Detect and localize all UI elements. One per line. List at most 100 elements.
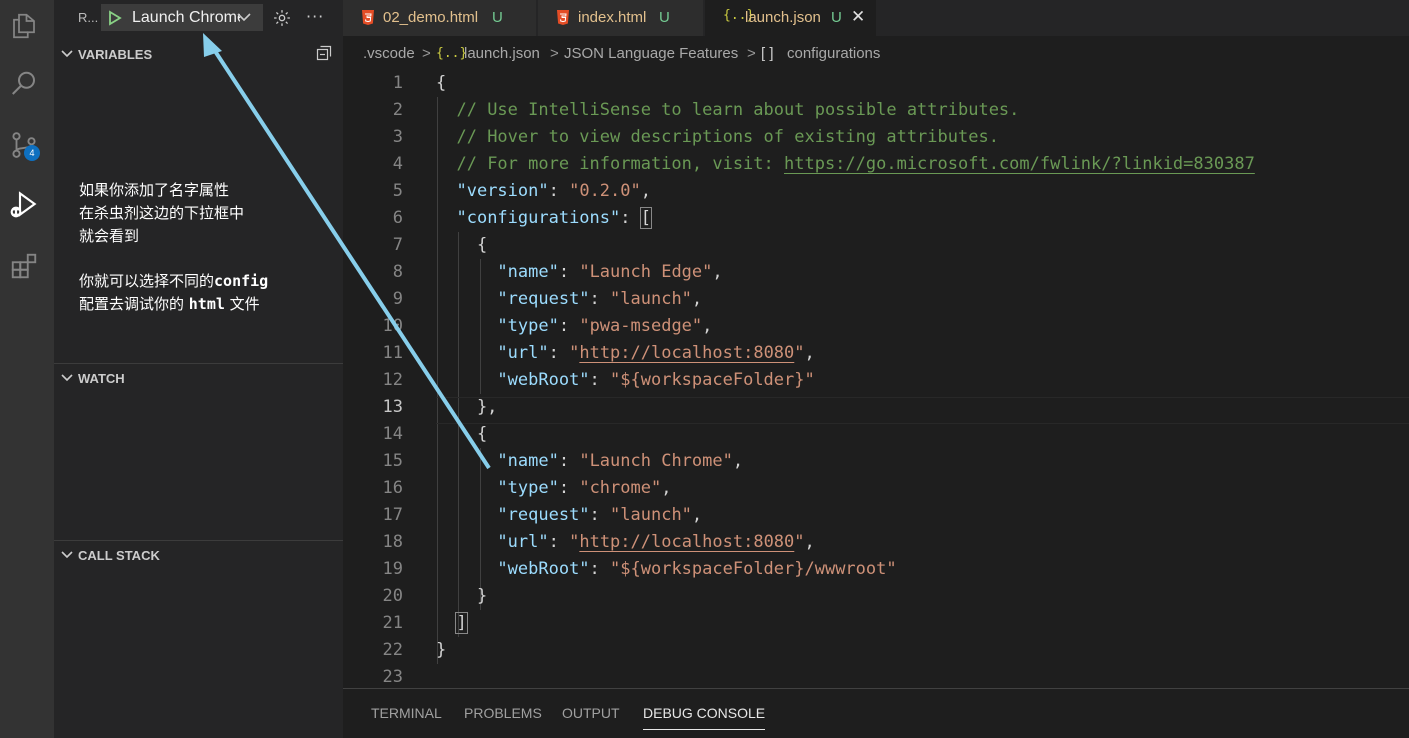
- string-link: http://localhost:8080: [579, 343, 795, 363]
- line-number: 14: [382, 424, 403, 444]
- tab-02-demo-html[interactable]: 02_demo.html U: [343, 0, 537, 36]
- code-token: ,: [640, 181, 651, 201]
- string-value: "Launch Chrome": [579, 451, 733, 471]
- line-number: 5: [392, 181, 403, 201]
- debug-toolbar: R... Launch Chrome ···: [54, 0, 343, 36]
- tab-problems[interactable]: PROBLEMS: [464, 705, 542, 721]
- untracked-indicator: U: [659, 9, 670, 26]
- code-token: :: [548, 343, 570, 363]
- code-line: // Hover to view descriptions of existin…: [436, 124, 998, 151]
- source-control-button[interactable]: 4: [0, 121, 48, 169]
- annotation-line: 就会看到: [79, 227, 140, 245]
- code-token: {: [436, 235, 488, 255]
- annotation-note-2: 你就可以选择不同的config 配置去调试你的 html 文件: [79, 270, 268, 316]
- code-token: ,: [661, 478, 672, 498]
- search-button[interactable]: [0, 60, 48, 108]
- code-line: {: [436, 70, 446, 97]
- code-token: :: [589, 505, 611, 525]
- explorer-button[interactable]: [0, 2, 48, 50]
- tab-index-html[interactable]: index.html U: [538, 0, 704, 36]
- code-token: {: [436, 424, 488, 444]
- line-number: 11: [382, 343, 403, 363]
- code-token: :: [589, 559, 611, 579]
- tab-output[interactable]: OUTPUT: [562, 705, 620, 721]
- source-control-badge: 4: [24, 145, 40, 161]
- code-editor[interactable]: 1 {2 // Use IntelliSense to learn about p…: [343, 70, 1409, 690]
- code-line: "name": "Launch Edge",: [436, 259, 723, 286]
- code-line: "configurations": [: [436, 205, 653, 232]
- start-debugging-icon[interactable]: [108, 10, 122, 26]
- breadcrumb: .vscode > {..} launch.json > JSON Langua…: [343, 36, 1409, 70]
- breadcrumb-folder[interactable]: .vscode: [363, 45, 415, 62]
- matched-bracket: ]: [455, 612, 468, 634]
- breadcrumb-file[interactable]: launch.json: [464, 45, 540, 62]
- code-token: ,: [732, 451, 744, 471]
- tab-launch-json[interactable]: {..} launch.json U ✕: [705, 0, 877, 36]
- variables-section-header[interactable]: VARIABLES: [54, 43, 343, 65]
- line-number: 9: [392, 289, 403, 309]
- annotation-text: 你就可以选择不同的: [79, 272, 215, 290]
- code-line: "type": "chrome",: [436, 475, 671, 502]
- tab-terminal[interactable]: TERMINAL: [371, 705, 442, 721]
- property-key: "version": [456, 181, 549, 201]
- html5-icon: [557, 10, 569, 25]
- string-value: ": [569, 343, 580, 363]
- watch-section-header[interactable]: WATCH: [54, 367, 343, 389]
- code-token: :: [558, 478, 580, 498]
- string-value: "${workspaceFolder}": [610, 370, 815, 390]
- line-number: 10: [382, 316, 403, 336]
- collapse-all-icon[interactable]: [316, 45, 332, 61]
- close-icon[interactable]: ✕: [851, 7, 865, 27]
- property-key: "webRoot": [497, 370, 590, 390]
- line-number: 21: [382, 613, 403, 633]
- section-divider: [54, 363, 343, 364]
- current-line-highlight: [436, 397, 1409, 424]
- code-token: :: [558, 316, 580, 336]
- line-number: 23: [382, 667, 403, 687]
- line-number: 16: [382, 478, 403, 498]
- more-actions-button[interactable]: ···: [306, 7, 324, 26]
- code-token: ,: [691, 289, 703, 309]
- code-token: ,: [712, 262, 723, 282]
- code-token: ,: [691, 505, 703, 525]
- call-stack-section-header[interactable]: CALL STACK: [54, 544, 343, 566]
- line-number: 4: [392, 154, 403, 174]
- run-debug-button[interactable]: [0, 180, 48, 228]
- line-number: 18: [382, 532, 403, 552]
- variables-title: VARIABLES: [78, 47, 153, 62]
- breadcrumb-language-features[interactable]: JSON Language Features: [564, 45, 738, 62]
- launch-config-dropdown[interactable]: Launch Chrome: [101, 4, 263, 31]
- tab-label: 02_demo.html: [383, 9, 479, 26]
- annotation-line: 如果你添加了名字属性: [79, 181, 230, 199]
- string-value: ": [794, 343, 805, 363]
- code-line: {: [436, 421, 487, 448]
- code-line: "version": "0.2.0",: [436, 178, 651, 205]
- property-key: "url": [497, 532, 549, 552]
- tab-label: index.html: [578, 9, 647, 26]
- property-key: "url": [497, 343, 549, 363]
- tab-label: launch.json: [745, 9, 821, 26]
- breadcrumb-symbol[interactable]: configurations: [787, 45, 880, 62]
- gear-icon[interactable]: [272, 8, 292, 28]
- chevron-down-icon: [61, 551, 73, 559]
- code-line: "url": "http://localhost:8080",: [436, 340, 814, 367]
- property-key: "name": [497, 451, 559, 471]
- search-icon: [12, 71, 35, 95]
- untracked-indicator: U: [492, 9, 503, 26]
- chevron-right-icon: >: [747, 45, 756, 62]
- tab-debug-console[interactable]: DEBUG CONSOLE: [643, 705, 766, 730]
- code-token: }: [436, 640, 447, 660]
- property-key: "type": [497, 316, 559, 336]
- line-number: 7: [392, 235, 403, 255]
- code-token: :: [589, 289, 611, 309]
- line-number: 15: [382, 451, 403, 471]
- extensions-button[interactable]: [0, 242, 48, 290]
- code-line: "request": "launch",: [436, 286, 702, 313]
